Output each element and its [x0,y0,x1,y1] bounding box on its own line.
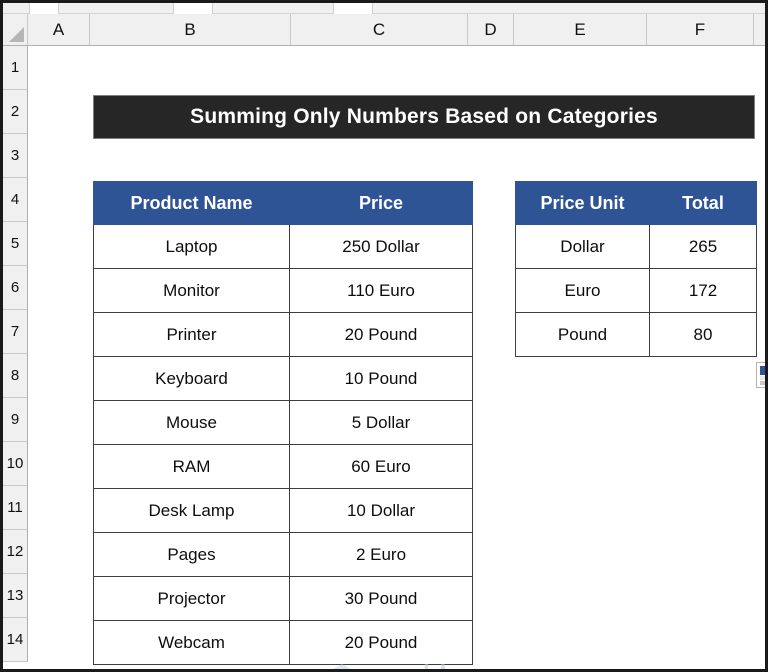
column-header-g-partial[interactable] [754,14,765,45]
select-all-button[interactable] [3,14,28,45]
cell-product-name[interactable]: Laptop [93,224,290,269]
row-header-3[interactable]: 3 [3,134,28,178]
title-banner: Summing Only Numbers Based on Categories [93,95,755,139]
cell-total[interactable]: 172 [649,268,757,313]
cell-price-unit[interactable]: Euro [515,268,650,313]
table-row[interactable]: Webcam 20 Pound [93,620,473,665]
cell-price[interactable]: 10 Pound [289,356,473,401]
cell-product-name[interactable]: Webcam [93,620,290,665]
grid-area: Summing Only Numbers Based on Categories… [29,46,765,669]
column-header-f[interactable]: F [647,14,754,45]
row-header-10[interactable]: 10 [3,442,28,486]
table-row[interactable]: Projector 30 Pound [93,576,473,621]
cell-price-unit[interactable]: Dollar [515,224,650,269]
cell-total[interactable]: 265 [649,224,757,269]
cell-price[interactable]: 20 Pound [289,312,473,357]
row-header-7[interactable]: 7 [3,310,28,354]
row-header-2[interactable]: 2 [3,90,28,134]
row-header-4[interactable]: 4 [3,178,28,222]
cell-product-name[interactable]: Desk Lamp [93,488,290,533]
row-header-6[interactable]: 6 [3,266,28,310]
cell-price[interactable]: 250 Dollar [289,224,473,269]
header-product-name: Product Name [93,181,290,225]
table-row[interactable]: Pound 80 [515,312,757,357]
row-header-9[interactable]: 9 [3,398,28,442]
cell-product-name[interactable]: Projector [93,576,290,621]
column-header-c[interactable]: C [291,14,468,45]
table-row[interactable]: RAM 60 Euro [93,444,473,489]
row-header-12[interactable]: 12 [3,530,28,574]
cell-product-name[interactable]: Monitor [93,268,290,313]
row-header-13[interactable]: 13 [3,574,28,618]
column-header-row: A B C D E F [3,14,765,46]
cell-price[interactable]: 10 Dollar [289,488,473,533]
select-all-triangle-icon [9,27,24,42]
table-row[interactable]: Dollar 265 [515,224,757,269]
table-row[interactable]: Printer 20 Pound [93,312,473,357]
table-row[interactable]: Desk Lamp 10 Dollar [93,488,473,533]
cell-price[interactable]: 30 Pound [289,576,473,621]
page-title: Summing Only Numbers Based on Categories [190,105,658,128]
table-row[interactable]: Keyboard 10 Pound [93,356,473,401]
cell-price[interactable]: 5 Dollar [289,400,473,445]
header-total: Total [649,181,757,225]
cell-price[interactable]: 20 Pound [289,620,473,665]
row-header-5[interactable]: 5 [3,222,28,266]
table-row[interactable]: Pages 2 Euro [93,532,473,577]
cell-product-name[interactable]: Printer [93,312,290,357]
header-price-unit: Price Unit [515,181,650,225]
product-table: Product Name Price Laptop 250 Dollar Mon… [93,181,473,665]
header-price: Price [289,181,473,225]
row-header-1[interactable]: 1 [3,46,28,90]
paste-options-icon [760,366,765,375]
cell-product-name[interactable]: Pages [93,532,290,577]
cell-total[interactable]: 80 [649,312,757,357]
cell-price[interactable]: 2 Euro [289,532,473,577]
row-header-11[interactable]: 11 [3,486,28,530]
row-header-14[interactable]: 14 [3,618,28,662]
row-header-8[interactable]: 8 [3,354,28,398]
table-row[interactable]: Mouse 5 Dollar [93,400,473,445]
top-strip-nub-2 [173,3,213,14]
top-strip [3,3,765,14]
table-row[interactable]: Euro 172 [515,268,757,313]
cell-price[interactable]: 60 Euro [289,444,473,489]
column-header-a[interactable]: A [28,14,90,45]
product-table-header-row: Product Name Price [93,181,473,225]
summary-table-header-row: Price Unit Total [515,181,757,225]
column-header-d[interactable]: D [468,14,514,45]
cell-product-name[interactable]: RAM [93,444,290,489]
cell-product-name[interactable]: Mouse [93,400,290,445]
summary-table: Price Unit Total Dollar 265 Euro 172 Pou… [515,181,757,357]
table-row[interactable]: Monitor 110 Euro [93,268,473,313]
column-header-b[interactable]: B [90,14,291,45]
paste-options-icon-line-2 [760,381,765,385]
cell-price[interactable]: 110 Euro [289,268,473,313]
top-strip-nub-1 [29,3,59,14]
table-row[interactable]: Laptop 250 Dollar [93,224,473,269]
paste-options-icon-line-1 [760,376,765,380]
spreadsheet-window: A B C D E F 1 2 3 4 5 6 7 8 9 10 11 12 1… [0,0,768,672]
column-header-e[interactable]: E [514,14,647,45]
cell-price-unit[interactable]: Pound [515,312,650,357]
cell-product-name[interactable]: Keyboard [93,356,290,401]
paste-options-button[interactable] [756,362,765,388]
top-strip-nub-3 [333,3,373,14]
